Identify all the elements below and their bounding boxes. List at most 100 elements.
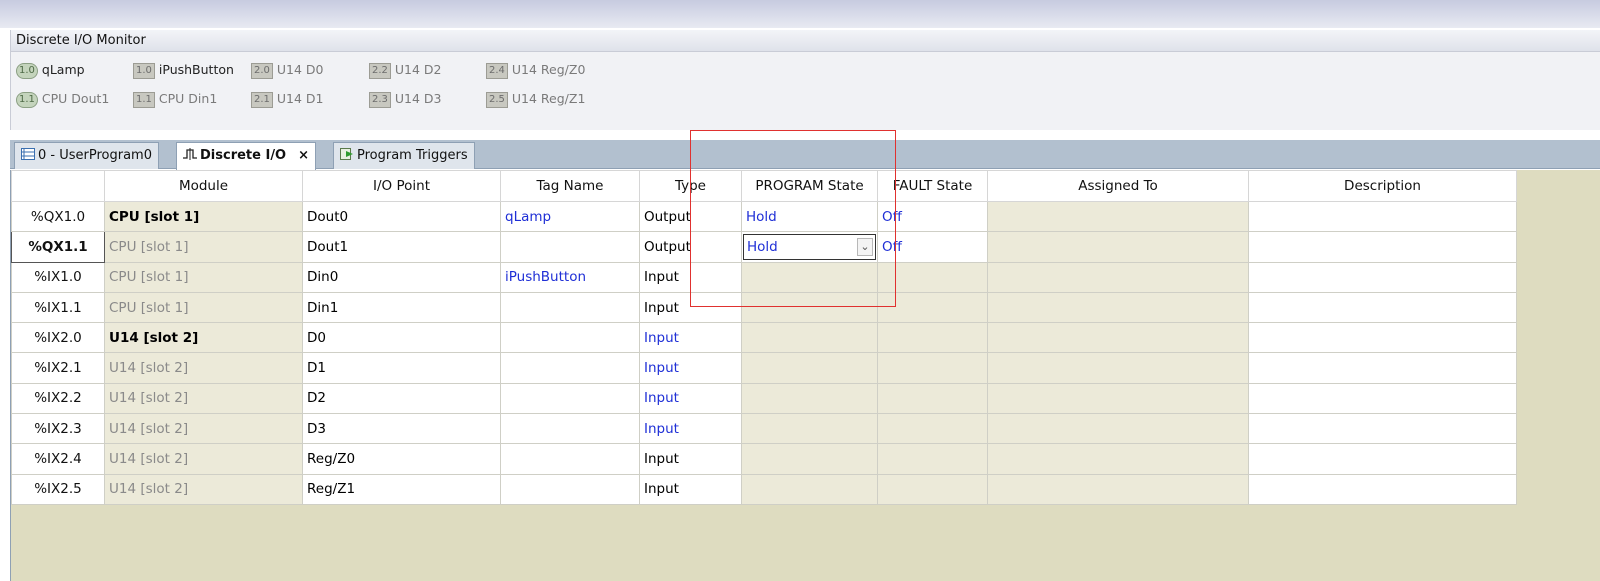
address-cell[interactable]: %IX2.5: [11, 473, 105, 505]
module-cell[interactable]: U14 [slot 2]: [104, 352, 303, 384]
assigned-to-cell[interactable]: [987, 322, 1249, 354]
io-point-cell[interactable]: D2: [302, 382, 501, 415]
program-state-cell: [741, 352, 878, 384]
tag-name-cell[interactable]: [500, 231, 640, 263]
address-cell[interactable]: %QX1.0: [11, 200, 105, 233]
module-cell[interactable]: CPU [slot 1]: [104, 291, 303, 324]
type-cell[interactable]: Input: [639, 291, 742, 324]
io-point-cell[interactable]: Dout1: [302, 231, 501, 263]
column-header-description[interactable]: Description: [1248, 170, 1517, 202]
tag-name-cell[interactable]: [500, 413, 640, 445]
description-cell[interactable]: [1248, 200, 1517, 233]
tab-label: Program Triggers: [357, 148, 468, 163]
fault-state-cell[interactable]: Off: [877, 200, 988, 233]
io-point-cell[interactable]: Din0: [302, 261, 501, 293]
program-state-cell[interactable]: Hold: [741, 200, 878, 233]
assigned-to-cell[interactable]: [987, 231, 1249, 263]
io-point-cell[interactable]: Dout0: [302, 200, 501, 233]
module-cell[interactable]: U14 [slot 2]: [104, 443, 303, 475]
address-cell[interactable]: %IX2.4: [11, 443, 105, 475]
module-cell[interactable]: U14 [slot 2]: [104, 322, 303, 354]
monitor-item[interactable]: 2.2 U14 D2: [369, 60, 442, 80]
description-cell[interactable]: [1248, 231, 1517, 263]
description-cell[interactable]: [1248, 291, 1517, 324]
address-cell[interactable]: %IX1.0: [11, 261, 105, 293]
monitor-item[interactable]: 1.0 iPushButton: [133, 60, 234, 80]
fault-state-cell[interactable]: Off: [877, 231, 988, 263]
type-cell[interactable]: Input: [639, 261, 742, 293]
module-cell[interactable]: CPU [slot 1]: [104, 261, 303, 293]
tag-name-cell[interactable]: iPushButton: [500, 261, 640, 293]
monitor-item[interactable]: 2.5 U14 Reg/Z1: [486, 89, 585, 109]
monitor-item[interactable]: 2.1 U14 D1: [251, 89, 324, 109]
description-cell[interactable]: [1248, 413, 1517, 445]
column-header-io-point[interactable]: I/O Point: [302, 170, 501, 202]
io-point-cell[interactable]: Reg/Z1: [302, 473, 501, 505]
description-cell[interactable]: [1248, 443, 1517, 475]
tag-name-cell[interactable]: [500, 382, 640, 415]
monitor-item[interactable]: 1.1 CPU Dout1: [16, 89, 109, 109]
module-cell[interactable]: U14 [slot 2]: [104, 382, 303, 415]
address-cell[interactable]: %QX1.1: [11, 231, 105, 263]
monitor-item[interactable]: 1.0 qLamp: [16, 60, 85, 80]
description-cell[interactable]: [1248, 261, 1517, 293]
module-cell[interactable]: CPU [slot 1]: [104, 231, 303, 263]
monitor-item[interactable]: 2.3 U14 D3: [369, 89, 442, 109]
assigned-to-cell[interactable]: [987, 261, 1249, 293]
tag-name-cell[interactable]: [500, 322, 640, 354]
description-cell[interactable]: [1248, 322, 1517, 354]
column-header-tag-name[interactable]: Tag Name: [500, 170, 640, 202]
tab-program-triggers[interactable]: Program Triggers: [333, 142, 475, 169]
chevron-down-icon[interactable]: ⌄: [857, 237, 873, 256]
type-cell[interactable]: Input: [639, 382, 742, 415]
tag-name-cell[interactable]: [500, 473, 640, 505]
address-cell[interactable]: %IX2.3: [11, 413, 105, 445]
tag-name-cell[interactable]: [500, 291, 640, 324]
address-cell[interactable]: %IX1.1: [11, 291, 105, 324]
io-point-cell[interactable]: D1: [302, 352, 501, 384]
assigned-to-cell[interactable]: [987, 382, 1249, 415]
program-state-dropdown[interactable]: Hold ⌄: [743, 233, 876, 260]
tag-name-cell[interactable]: [500, 352, 640, 384]
type-cell[interactable]: Output: [639, 231, 742, 263]
assigned-to-cell[interactable]: [987, 352, 1249, 384]
tag-name-cell[interactable]: qLamp: [500, 200, 640, 233]
description-cell[interactable]: [1248, 473, 1517, 505]
module-cell[interactable]: CPU [slot 1]: [104, 200, 303, 233]
close-tab-icon[interactable]: ×: [298, 148, 309, 163]
description-cell[interactable]: [1248, 382, 1517, 415]
io-point-cell[interactable]: D0: [302, 322, 501, 354]
description-cell[interactable]: [1248, 352, 1517, 384]
io-point-cell[interactable]: Reg/Z0: [302, 443, 501, 475]
address-cell[interactable]: %IX2.0: [11, 322, 105, 354]
monitor-item[interactable]: 1.1 CPU Din1: [133, 89, 217, 109]
column-header-assigned-to[interactable]: Assigned To: [987, 170, 1249, 202]
column-header-program-state[interactable]: PROGRAM State: [741, 170, 878, 202]
assigned-to-cell[interactable]: [987, 443, 1249, 475]
column-header-type[interactable]: Type: [639, 170, 742, 202]
type-cell[interactable]: Input: [639, 413, 742, 445]
type-cell[interactable]: Output: [639, 200, 742, 233]
type-cell[interactable]: Input: [639, 473, 742, 505]
type-cell[interactable]: Input: [639, 352, 742, 384]
module-cell[interactable]: U14 [slot 2]: [104, 413, 303, 445]
tab-discrete-io[interactable]: Discrete I/O ×: [176, 142, 317, 170]
io-point-cell[interactable]: D3: [302, 413, 501, 445]
address-cell[interactable]: %IX2.2: [11, 382, 105, 415]
type-cell[interactable]: Input: [639, 322, 742, 354]
module-cell[interactable]: U14 [slot 2]: [104, 473, 303, 505]
assigned-to-cell[interactable]: [987, 200, 1249, 233]
assigned-to-cell[interactable]: [987, 291, 1249, 324]
type-cell[interactable]: Input: [639, 443, 742, 475]
tag-name-cell[interactable]: [500, 443, 640, 475]
monitor-item[interactable]: 2.4 U14 Reg/Z0: [486, 60, 585, 80]
io-point-cell[interactable]: Din1: [302, 291, 501, 324]
column-header-fault-state[interactable]: FAULT State: [877, 170, 988, 202]
column-header-module[interactable]: Module: [104, 170, 303, 202]
monitor-item[interactable]: 2.0 U14 D0: [251, 60, 324, 80]
assigned-to-cell[interactable]: [987, 413, 1249, 445]
address-cell[interactable]: %IX2.1: [11, 352, 105, 384]
assigned-to-cell[interactable]: [987, 473, 1249, 505]
program-state-cell[interactable]: Hold ⌄: [741, 231, 878, 263]
tab-user-program[interactable]: 0 - UserProgram0: [14, 142, 159, 169]
